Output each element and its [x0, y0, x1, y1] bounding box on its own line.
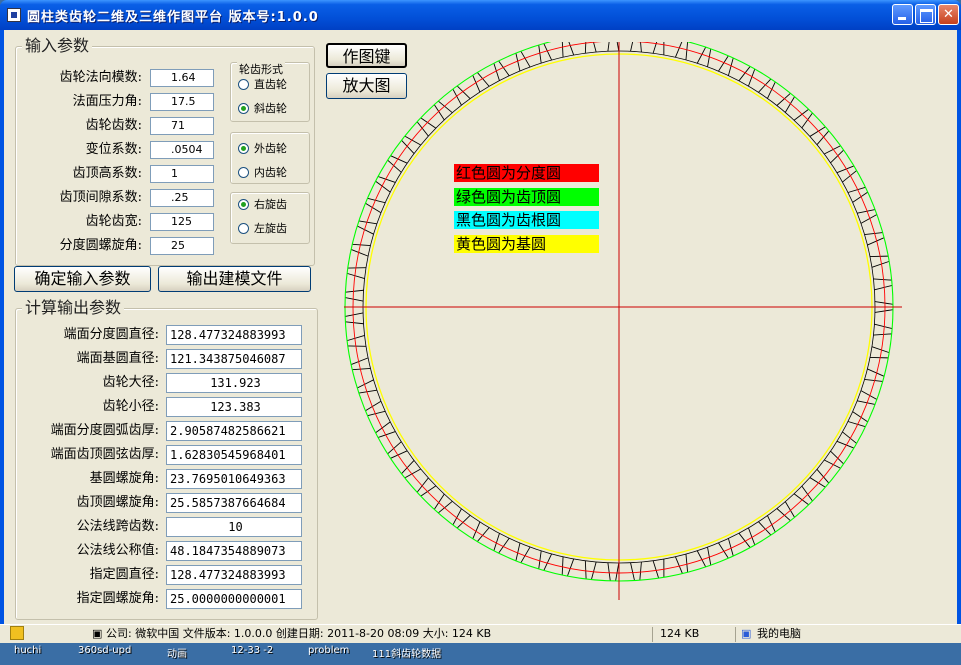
radio-right-hand[interactable]: 右旋齿: [238, 198, 287, 212]
helix-direction-group: 右旋齿 左旋齿: [230, 192, 310, 244]
input-label: 齿顶间隙系数:: [59, 190, 142, 205]
gear-type-group: 外齿轮 内齿轮: [230, 132, 310, 184]
input-field[interactable]: 25: [150, 237, 214, 255]
desktop-icon-label[interactable]: 111斜齿轮数据: [372, 645, 441, 660]
gear-drawing-canvas: [336, 32, 909, 602]
output-label: 齿轮小径:: [102, 399, 159, 414]
output-params-title: 计算输出参数: [22, 299, 125, 317]
output-label: 齿顶圆螺旋角:: [76, 495, 159, 510]
output-label: 基圆螺旋角:: [89, 471, 159, 486]
output-label: 端面齿顶圆弦齿厚:: [50, 447, 159, 462]
output-value[interactable]: 10: [166, 517, 302, 537]
output-value[interactable]: 121.343875046087: [166, 349, 302, 369]
radio-helical[interactable]: 斜齿轮: [238, 102, 287, 116]
output-value[interactable]: 48.1847354889073: [166, 541, 302, 561]
output-value[interactable]: 23.7695010649363: [166, 469, 302, 489]
export-model-button[interactable]: 输出建模文件: [158, 266, 311, 292]
output-value[interactable]: 2.90587482586621: [166, 421, 302, 441]
app-icon: [7, 8, 21, 22]
input-field[interactable]: 1.64: [150, 69, 214, 87]
output-label: 端面基圆直径:: [76, 351, 159, 366]
status-file-info: 公司: 微软中国 文件版本: 1.0.0.0 创建日期: 2011-8-20 0…: [106, 627, 492, 640]
status-icon: ▣: [92, 627, 103, 640]
status-separator: [735, 627, 736, 642]
radio-left-hand[interactable]: 左旋齿: [238, 222, 287, 236]
tooth-form-title: 轮齿形式: [237, 61, 285, 77]
minimize-button[interactable]: [892, 4, 913, 25]
input-label: 变位系数:: [85, 142, 142, 157]
radio-spur[interactable]: 直齿轮: [238, 78, 287, 92]
input-label: 齿轮齿数:: [85, 118, 142, 133]
client-area: 输入参数 轮齿形式 直齿轮 斜齿轮 外齿轮 内齿轮 右旋齿 左旋齿 确定输入参数…: [4, 30, 957, 624]
radio-external[interactable]: 外齿轮: [238, 142, 287, 156]
close-button[interactable]: ✕: [938, 4, 959, 25]
status-size: 124 KB: [660, 627, 700, 640]
folder-icon: [10, 626, 24, 640]
output-value[interactable]: 128.477324883993: [166, 325, 302, 345]
radio-internal[interactable]: 内齿轮: [238, 166, 287, 180]
radio-dot-selected: [238, 143, 249, 154]
gear-drawing: [336, 32, 902, 600]
input-params-title: 输入参数: [22, 37, 93, 55]
legend-tip-circle: 绿色圆为齿顶圆: [454, 188, 599, 206]
output-value[interactable]: 25.0000000000001: [166, 589, 302, 609]
radio-dot: [238, 167, 249, 178]
output-value[interactable]: 1.62830545968401: [166, 445, 302, 465]
output-label: 指定圆直径:: [89, 567, 159, 582]
legend-base-circle: 黄色圆为基圆: [454, 235, 599, 253]
input-label: 齿轮法向模数:: [59, 70, 142, 85]
input-label: 分度圆螺旋角:: [59, 238, 142, 253]
desktop-icon-label[interactable]: huchi: [14, 645, 41, 656]
input-field[interactable]: .25: [150, 189, 214, 207]
output-label: 公法线公称值:: [76, 543, 159, 558]
status-computer: 我的电脑: [757, 627, 801, 640]
legend-root-circle: 黑色圆为齿根圆: [454, 211, 599, 229]
input-label: 法面压力角:: [72, 94, 142, 109]
status-separator: [652, 627, 653, 642]
output-label: 端面分度圆弧齿厚:: [50, 423, 159, 438]
input-field[interactable]: 17.5: [150, 93, 214, 111]
output-label: 端面分度圆直径:: [63, 327, 159, 342]
radio-dot-selected: [238, 199, 249, 210]
radio-dot: [238, 79, 249, 90]
radio-dot: [238, 223, 249, 234]
output-value[interactable]: 131.923: [166, 373, 302, 393]
desktop-strip: ▣ 公司: 微软中国 文件版本: 1.0.0.0 创建日期: 2011-8-20…: [0, 624, 961, 665]
tooth-form-group: 轮齿形式 直齿轮 斜齿轮: [230, 61, 310, 122]
input-field[interactable]: 71: [150, 117, 214, 135]
input-field[interactable]: .0504: [150, 141, 214, 159]
desktop-icon-label[interactable]: problem: [308, 645, 349, 656]
window-title: 圆柱类齿轮二维及三维作图平台 版本号:1.0.0: [27, 10, 319, 25]
output-value[interactable]: 123.383: [166, 397, 302, 417]
confirm-input-button[interactable]: 确定输入参数: [14, 266, 151, 292]
output-label: 公法线跨齿数:: [76, 519, 159, 534]
output-label: 齿轮大径:: [102, 375, 159, 390]
maximize-button[interactable]: [915, 4, 936, 25]
radio-dot-selected: [238, 103, 249, 114]
input-field[interactable]: 1: [150, 165, 214, 183]
main-window: 圆柱类齿轮二维及三维作图平台 版本号:1.0.0 ✕ 输入参数 轮齿形式 直齿轮…: [0, 0, 961, 628]
status-bar: ▣ 公司: 微软中国 文件版本: 1.0.0.0 创建日期: 2011-8-20…: [0, 624, 961, 643]
input-label: 齿轮齿宽:: [85, 214, 142, 229]
title-bar[interactable]: 圆柱类齿轮二维及三维作图平台 版本号:1.0.0 ✕: [0, 0, 961, 30]
output-label: 指定圆螺旋角:: [76, 591, 159, 606]
desktop-icon-label[interactable]: 12-33 -2: [231, 645, 273, 656]
output-value[interactable]: 25.5857387664684: [166, 493, 302, 513]
input-label: 齿顶高系数:: [72, 166, 142, 181]
input-field[interactable]: 125: [150, 213, 214, 231]
computer-icon: ▣: [741, 627, 752, 640]
legend-pitch-circle: 红色圆为分度圆: [454, 164, 599, 182]
output-value[interactable]: 128.477324883993: [166, 565, 302, 585]
desktop-icon-label[interactable]: 动画: [167, 645, 187, 660]
desktop-icon-label[interactable]: 360sd-upd: [78, 645, 131, 656]
